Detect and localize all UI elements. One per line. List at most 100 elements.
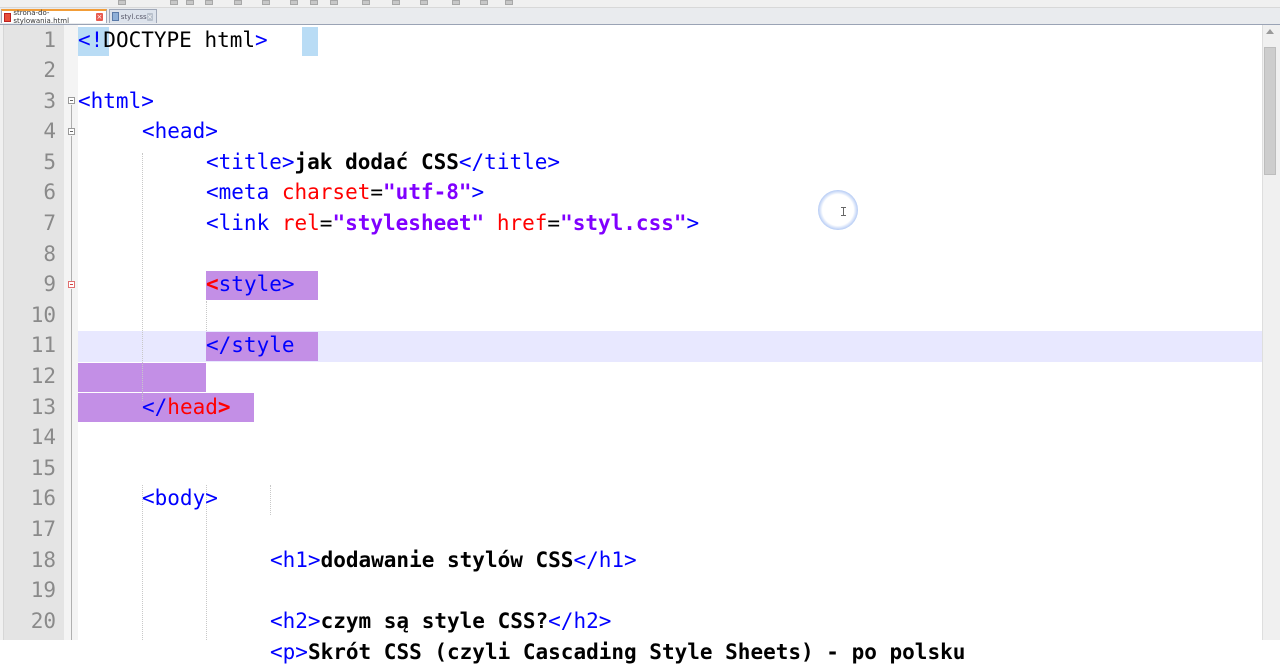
link-close-bracket: > <box>686 211 700 235</box>
style-open-bracket: < <box>206 272 219 296</box>
toolbar-button[interactable] <box>505 0 513 5</box>
line-number: 8 <box>43 242 56 266</box>
line-number: 7 <box>43 211 56 235</box>
scroll-up-icon[interactable] <box>1266 29 1274 34</box>
h2-text: czym są style CSS? <box>320 609 549 633</box>
line-number: 13 <box>30 395 56 419</box>
toolbar-button[interactable] <box>205 0 213 5</box>
fold-marker-icon[interactable] <box>68 281 75 288</box>
code-line-17: <h1>dodawanie stylów CSS</h1> <box>270 545 637 576</box>
attribute-name: rel <box>281 211 320 235</box>
meta-open-tag: <meta <box>206 180 282 204</box>
doctype-close: > <box>255 28 268 52</box>
mouse-highlight <box>818 190 858 230</box>
toolbar-button[interactable] <box>310 0 318 5</box>
fold-line <box>71 105 72 128</box>
code-line-4: <head> <box>142 119 218 143</box>
head-close-name: head <box>167 395 218 419</box>
line-number: 12 <box>30 364 56 388</box>
line-number: 6 <box>43 180 56 204</box>
toolbar-button[interactable] <box>118 0 126 5</box>
h1-open-tag: <h1> <box>270 548 321 572</box>
line-number: 15 <box>30 456 56 480</box>
h1-close-tag: </h1> <box>573 548 637 572</box>
toolbar-button[interactable] <box>480 0 488 5</box>
line-number: 18 <box>30 548 56 572</box>
toolbar-button[interactable] <box>452 0 460 5</box>
title-close-tag: </title> <box>458 150 561 174</box>
code-editor[interactable]: 1 2 3 4 5 6 7 8 9 10 11 12 13 14 15 16 1… <box>0 25 1280 664</box>
close-tab-icon[interactable]: × <box>95 13 103 21</box>
indent-guide <box>142 153 143 401</box>
equals-sign: = <box>370 180 384 204</box>
code-line-15: <body> <box>142 486 218 510</box>
title-text: jak dodać CSS <box>294 150 459 174</box>
toolbar-button[interactable] <box>262 0 270 5</box>
attribute-name: href <box>496 211 548 235</box>
indent-guide <box>206 301 207 331</box>
tab-label: strona-do-stylowania.html <box>13 9 70 25</box>
line-number: 4 <box>43 119 56 143</box>
code-line-6: <meta charset="utf-8"> <box>206 177 484 208</box>
line-number: 11 <box>30 333 56 357</box>
line-number: 14 <box>30 425 56 449</box>
code-line-5: <title>jak dodać CSS</title> <box>206 147 560 178</box>
h2-open-tag: <h2> <box>270 609 321 633</box>
html-file-icon <box>4 12 12 22</box>
equals-sign: = <box>547 211 561 235</box>
code-line-7: <link rel="stylesheet" href="styl.css"> <box>206 208 699 239</box>
code-line-19: <h2>czym są style CSS?</h2> <box>270 606 611 637</box>
doctype-keyword: DOCTYPE <box>103 28 192 52</box>
toolbar-button[interactable] <box>170 0 178 5</box>
code-line-9: <style> <box>206 269 295 300</box>
fold-marker-icon[interactable] <box>68 128 75 135</box>
tab-label: styl.css <box>120 12 147 21</box>
tab-bar: strona-do-stylowania.html × styl.css × <box>0 8 1280 25</box>
meta-close-bracket: > <box>471 180 485 204</box>
line-number: 20 <box>30 609 56 633</box>
head-close-bracket: > <box>217 395 231 419</box>
attribute-value: "styl.css" <box>560 211 687 235</box>
line-number: 10 <box>30 303 56 327</box>
scrollbar-thumb[interactable] <box>1264 47 1276 175</box>
toolbar-button[interactable] <box>362 0 370 5</box>
p-open-tag: <p> <box>270 640 308 664</box>
toolbar <box>0 0 1280 8</box>
code-line-13: </head> <box>142 392 231 423</box>
line-number: 9 <box>43 272 56 296</box>
line-number: 3 <box>43 89 56 113</box>
tab-styl-css[interactable]: styl.css × <box>109 9 157 23</box>
text-cursor-icon <box>841 207 846 216</box>
attribute-value: "stylesheet" <box>332 211 485 235</box>
code-line-1: <!DOCTYPE html> <box>78 25 268 56</box>
code-line-3: <html> <box>78 89 154 113</box>
css-file-icon <box>112 12 119 21</box>
tab-strona-do-stylowania[interactable]: strona-do-stylowania.html × <box>1 9 107 25</box>
toolbar-button[interactable] <box>420 0 428 5</box>
code-line-20: <p>Skrót CSS (czyli Cascading Style Shee… <box>270 637 965 668</box>
line-number: 5 <box>43 150 56 174</box>
fold-line <box>71 289 72 640</box>
h2-close-tag: </h2> <box>548 609 612 633</box>
attribute-value: "utf-8" <box>383 180 472 204</box>
close-tab-icon[interactable]: × <box>146 12 153 21</box>
style-open-tag: style> <box>218 272 295 296</box>
fold-marker-icon[interactable] <box>68 97 75 104</box>
attribute-name: charset <box>281 180 371 204</box>
toolbar-button[interactable] <box>186 0 194 5</box>
indent-guide <box>270 485 271 515</box>
toolbar-button[interactable] <box>290 0 298 5</box>
code-line-11: </style <box>206 333 295 357</box>
p-text: Skrót CSS (czyli Cascading Style Sheets)… <box>307 640 966 664</box>
doctype-rest: html <box>191 28 256 52</box>
line-number: 19 <box>30 578 56 602</box>
h1-text: dodawanie stylów CSS <box>320 548 574 572</box>
toolbar-button[interactable] <box>392 0 400 5</box>
toolbar-button[interactable] <box>330 0 338 5</box>
fold-line <box>71 136 72 281</box>
toolbar-button[interactable] <box>234 0 242 5</box>
head-close-open: </ <box>142 395 168 419</box>
title-open-tag: <title> <box>206 150 295 174</box>
equals-sign: = <box>319 211 333 235</box>
